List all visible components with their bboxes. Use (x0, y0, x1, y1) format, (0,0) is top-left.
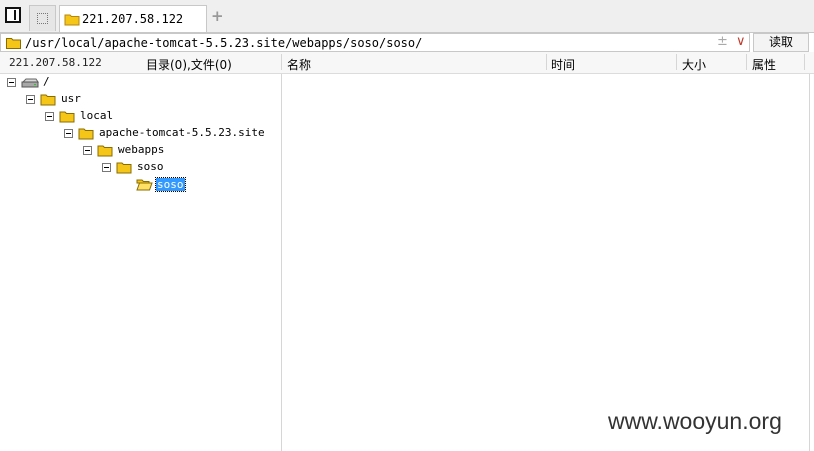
sidebar-toggle-button[interactable] (5, 7, 21, 23)
list-edge (809, 74, 810, 451)
tree-node-label: / (43, 75, 50, 88)
tree-node-soso-selected[interactable]: soso (0, 177, 200, 193)
tree-node-root[interactable]: / (0, 75, 120, 91)
tab-title: 221.207.58.122 (82, 12, 184, 26)
file-list[interactable] (282, 74, 809, 451)
tree-node-usr[interactable]: usr (0, 92, 120, 108)
add-tab-button[interactable]: + (211, 7, 224, 25)
collapse-icon[interactable] (83, 146, 92, 155)
folder-icon (78, 128, 94, 140)
directory-tree: / usr local apache-tomcat-5.5.23.site we… (0, 74, 281, 451)
blank-tab[interactable] (29, 5, 56, 31)
folder-icon (97, 145, 113, 157)
column-size[interactable]: 大小 (682, 56, 706, 73)
path-text: /usr/local/apache-tomcat-5.5.23.site/web… (25, 36, 423, 50)
folder-icon (116, 162, 132, 174)
tree-node-label: soso (155, 177, 186, 192)
tree-node-label: usr (61, 92, 81, 105)
collapse-icon[interactable] (7, 78, 16, 87)
host-label: 221.207.58.122 (9, 56, 102, 69)
blank-tab-icon (37, 13, 48, 24)
drive-icon (21, 78, 39, 88)
collapse-icon[interactable] (45, 112, 54, 121)
item-count: 目录(0),文件(0) (146, 58, 232, 72)
tree-node-local[interactable]: local (0, 109, 140, 125)
path-input[interactable]: /usr/local/apache-tomcat-5.5.23.site/web… (0, 33, 750, 52)
tree-node-label: local (80, 109, 114, 122)
folder-icon (64, 14, 80, 26)
tree-node-webapps[interactable]: webapps (0, 143, 180, 159)
column-name[interactable]: 名称 (287, 56, 311, 73)
tab-active[interactable]: 221.207.58.122 (59, 5, 207, 34)
tree-node-label: apache-tomcat-5.5.23.site (99, 126, 265, 139)
collapse-icon[interactable] (64, 129, 73, 138)
tab-bar: 221.207.58.122 + (0, 0, 814, 34)
column-time[interactable]: 时间 (551, 56, 575, 73)
pin-icon[interactable]: ± (717, 34, 728, 49)
tree-node-label: webapps (118, 143, 165, 156)
open-folder-icon (136, 179, 153, 191)
folder-icon (40, 94, 56, 106)
tree-node-label: soso (137, 160, 164, 173)
tree-node-tomcat[interactable]: apache-tomcat-5.5.23.site (0, 126, 265, 142)
tree-node-soso[interactable]: soso (0, 160, 180, 176)
folder-icon (6, 38, 21, 49)
column-header-row: 221.207.58.122 目录(0),文件(0) 名称 时间 大小 属性 (0, 52, 814, 74)
column-attr[interactable]: 属性 (752, 56, 776, 73)
collapse-icon[interactable] (102, 163, 111, 172)
collapse-icon[interactable] (26, 95, 35, 104)
read-button[interactable]: 读取 (753, 33, 809, 52)
chevron-down-icon[interactable]: ∨ (736, 34, 746, 49)
watermark-text: www.wooyun.org (608, 408, 782, 434)
folder-icon (59, 111, 75, 123)
address-bar: /usr/local/apache-tomcat-5.5.23.site/web… (0, 33, 814, 52)
